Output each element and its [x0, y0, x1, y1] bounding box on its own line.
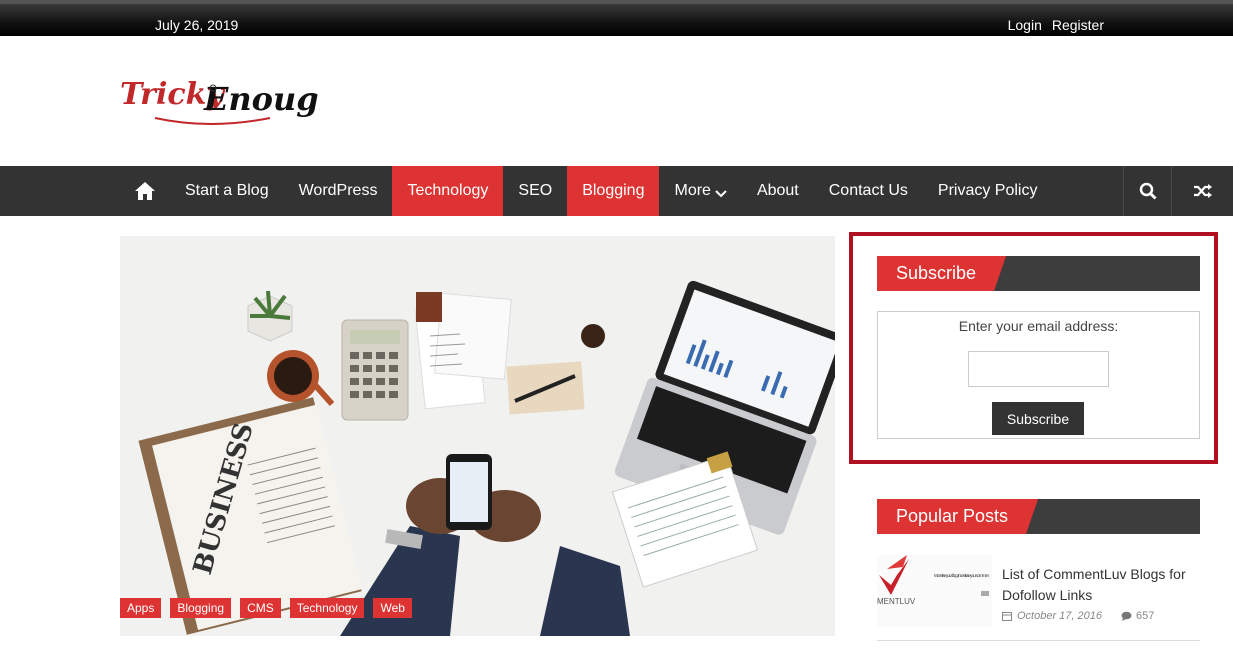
nav-item-blogging[interactable]: Blogging: [567, 166, 660, 216]
nav-item-more[interactable]: More: [659, 166, 741, 216]
post-title[interactable]: List of CommentLuv Blogs for Dofollow Li…: [1002, 564, 1202, 606]
nav-home[interactable]: [120, 166, 170, 216]
subscribe-form: Enter your email address: Subscribe: [877, 311, 1200, 439]
nav-item-start-a-blog[interactable]: Start a Blog: [170, 166, 284, 216]
popular-posts-header: Popular Posts: [877, 499, 1200, 534]
comment-icon: [1121, 611, 1132, 621]
post-date: October 17, 2016: [1017, 610, 1103, 622]
search-icon: [1139, 182, 1157, 200]
login-link[interactable]: Login: [1008, 17, 1042, 33]
nav-item-seo[interactable]: SEO: [503, 166, 567, 216]
desk-illustration: BUSINESS: [120, 236, 835, 636]
top-bar: July 26, 2019 Login Register: [0, 0, 1233, 36]
current-date: July 26, 2019: [155, 17, 239, 33]
thumbnail-tagline-text: Monetise your blog. Incentivise your com…: [934, 573, 989, 578]
logo-text-enough: Enough: [203, 80, 320, 118]
nav-item-contact-us[interactable]: Contact Us: [814, 166, 923, 216]
nav-item-about[interactable]: About: [742, 166, 814, 216]
email-input[interactable]: [968, 351, 1109, 387]
home-icon: [135, 182, 155, 200]
subscribe-heading: Subscribe: [877, 256, 1006, 291]
random-post-button[interactable]: [1171, 166, 1233, 216]
subscribe-prompt: Enter your email address:: [958, 318, 1119, 334]
post-comments: 657: [1121, 610, 1154, 622]
tag-blogging[interactable]: Blogging: [170, 598, 232, 618]
post-tags: Apps Blogging CMS Technology Web: [120, 598, 412, 618]
register-link[interactable]: Register: [1052, 17, 1104, 33]
tag-technology[interactable]: Technology: [289, 598, 365, 618]
nav-item-privacy-policy[interactable]: Privacy Policy: [923, 166, 1053, 216]
nav-item-wordpress[interactable]: WordPress: [284, 166, 393, 216]
calendar-icon: [1002, 612, 1012, 621]
search-button[interactable]: [1123, 166, 1171, 216]
main-nav: Start a Blog WordPress Technology SEO Bl…: [0, 166, 1233, 216]
post-comment-count: 657: [1136, 610, 1155, 622]
post-thumbnail[interactable]: MENTLUV Monetise your blog. Incentivise …: [877, 555, 992, 627]
tag-web[interactable]: Web: [373, 598, 412, 618]
subscribe-widget-header: Subscribe: [877, 256, 1200, 291]
site-logo[interactable]: Tricky Enough: [120, 70, 320, 130]
nav-item-technology[interactable]: Technology: [392, 166, 504, 216]
thumbnail-brand-text: MENTLUV: [877, 597, 916, 606]
tag-apps[interactable]: Apps: [120, 598, 162, 618]
shuffle-icon: [1193, 184, 1212, 198]
popular-posts-heading: Popular Posts: [877, 499, 1038, 534]
subscribe-button[interactable]: Subscribe: [992, 402, 1084, 435]
post-meta: October 17, 2016 657: [1002, 610, 1154, 622]
chevron-down-icon: [715, 190, 727, 198]
auth-links: Login Register: [1008, 17, 1104, 33]
nav-item-more-label: More: [674, 182, 711, 199]
tag-cms[interactable]: CMS: [240, 598, 281, 618]
popular-post-item[interactable]: MENTLUV Monetise your blog. Incentivise …: [877, 555, 1200, 641]
featured-post-image[interactable]: BUSINESS Apps Blogging CMS Technology We…: [120, 236, 835, 636]
